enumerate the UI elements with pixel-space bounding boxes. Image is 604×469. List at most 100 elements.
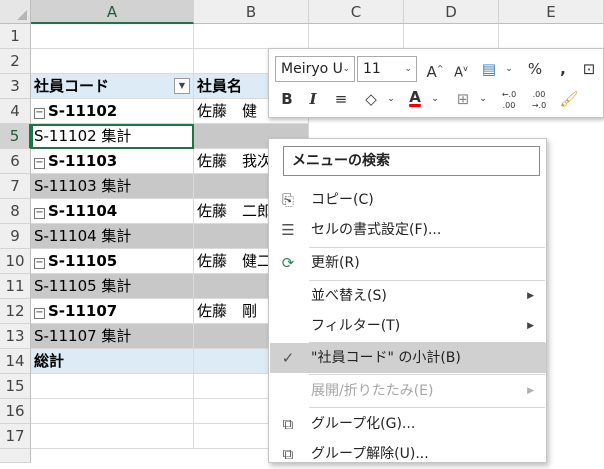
menu-item-group[interactable]: ⧉ グループ化(G)... <box>270 409 546 439</box>
cell-a14[interactable]: 総計 <box>31 349 194 374</box>
cell-a11[interactable]: S-11105 集計 <box>31 274 194 299</box>
format-cells-icon: ☰ <box>281 221 295 239</box>
cell-a13[interactable]: S-11107 集計 <box>31 324 194 349</box>
row-header-17[interactable]: 17 <box>0 424 31 449</box>
cell-a6[interactable]: − S-11103 <box>31 149 194 174</box>
select-all-corner[interactable] <box>0 0 31 24</box>
format-painter-icon: 🖌 <box>559 90 579 108</box>
menu-item-label: グループ化(G)... <box>311 416 416 432</box>
row-header-6[interactable]: 6 <box>0 149 31 174</box>
menu-item-label: 展開/折りたたみ(E) <box>311 383 434 399</box>
cell-a8-text: S-11104 <box>48 202 118 220</box>
cell-a2[interactable] <box>31 49 194 74</box>
collapse-icon[interactable]: − <box>34 208 45 219</box>
cell-e1[interactable] <box>499 24 604 49</box>
borders-icon: ⊞ <box>456 90 470 108</box>
cell-a1[interactable] <box>31 24 194 49</box>
cell-a12[interactable]: − S-11107 <box>31 299 194 324</box>
row-header-14[interactable]: 14 <box>0 349 31 374</box>
row-header-2[interactable]: 2 <box>0 49 31 74</box>
column-header-e[interactable]: E <box>499 0 604 24</box>
align-center-button[interactable]: ≡ <box>329 87 353 111</box>
menu-item-subtotal[interactable]: ✓ "社員コード" の小計(B) <box>270 343 546 373</box>
collapse-icon[interactable]: − <box>34 108 45 119</box>
merge-center-button[interactable]: ⊡ <box>577 57 601 81</box>
decrease-decimal-button[interactable]: .00 →.0 <box>527 87 551 111</box>
context-menu: メニューの検索 ⎘ コピー(C) ☰ セルの書式設定(F)... ⟳ 更新(R)… <box>268 138 547 463</box>
cell-a4[interactable]: − S-11102 <box>31 99 194 124</box>
bold-button[interactable]: B <box>275 87 299 111</box>
comma-style-button[interactable]: , <box>551 57 575 81</box>
chevron-down-icon[interactable]: ⌄ <box>379 87 403 111</box>
row-header-9[interactable]: 9 <box>0 224 31 249</box>
row-header-12[interactable]: 12 <box>0 299 31 324</box>
row-header-1[interactable]: 1 <box>0 24 31 49</box>
menu-item-format-cells[interactable]: ☰ セルの書式設定(F)... <box>270 215 546 245</box>
ungroup-icon: ⧉ <box>282 445 294 463</box>
font-size-value: 11 <box>363 61 381 77</box>
menu-item-refresh[interactable]: ⟳ 更新(R) <box>270 248 546 278</box>
cell-a15[interactable] <box>31 374 194 399</box>
column-header-d[interactable]: D <box>404 0 499 24</box>
cell-a5[interactable]: S-11102 集計 <box>31 124 194 149</box>
font-size-box[interactable]: 11 ⌄ <box>357 56 417 82</box>
increase-decimal-label: .00 <box>502 101 516 110</box>
menu-item-label: コピー(C) <box>311 192 374 208</box>
chevron-down-icon[interactable]: ⌄ <box>497 57 521 81</box>
menu-item-copy[interactable]: ⎘ コピー(C) <box>270 185 546 215</box>
increase-decimal-button[interactable]: ←.0.00 <box>497 87 521 111</box>
grow-font-button[interactable]: A^ <box>423 57 447 81</box>
cell-a9[interactable]: S-11104 集計 <box>31 224 194 249</box>
menu-item-label: 更新(R) <box>311 255 360 271</box>
column-header-a[interactable]: A <box>31 0 194 24</box>
row-header-13[interactable]: 13 <box>0 324 31 349</box>
menu-item-expand-collapse: 展開/折りたたみ(E) ▶ <box>270 376 546 406</box>
cell-b1[interactable] <box>194 24 309 49</box>
decrease-decimal-label: .00 <box>532 90 546 99</box>
column-header-c[interactable]: C <box>309 0 404 24</box>
cell-d1[interactable] <box>404 24 499 49</box>
mini-toolbar: Meiryo U ⌄ 11 ⌄ A^ Av ▤ ⌄ % , ⊡ B I ≡ ◇ … <box>268 48 604 118</box>
collapse-icon[interactable]: − <box>34 308 45 319</box>
menu-item-label: フィルター(T) <box>311 318 401 334</box>
filter-dropdown-button[interactable]: ▼ <box>174 78 190 94</box>
cell-a7[interactable]: S-11103 集計 <box>31 174 194 199</box>
cell-a3[interactable]: 社員コード ▼ <box>31 74 194 99</box>
chevron-down-icon[interactable]: ⌄ <box>471 87 495 111</box>
row-header-8[interactable]: 8 <box>0 199 31 224</box>
format-painter-button[interactable]: 🖌 <box>557 87 581 111</box>
row-header-16[interactable]: 16 <box>0 399 31 424</box>
cell-a16[interactable] <box>31 399 194 424</box>
menu-search-box[interactable]: メニューの検索 <box>283 146 540 176</box>
menu-item-sort[interactable]: 並べ替え(S) ▶ <box>270 281 546 311</box>
percent-button[interactable]: % <box>523 57 547 81</box>
row-header-4[interactable]: 4 <box>0 99 31 124</box>
row-header-11[interactable]: 11 <box>0 274 31 299</box>
font-name-value: Meiryo U <box>281 61 343 77</box>
shrink-font-button[interactable]: Av <box>449 57 473 81</box>
cell-c1[interactable] <box>309 24 404 49</box>
cell-a8[interactable]: − S-11104 <box>31 199 194 224</box>
row-header-18[interactable] <box>0 449 31 463</box>
row-header-15[interactable]: 15 <box>0 374 31 399</box>
column-header-b[interactable]: B <box>194 0 309 24</box>
cell-a17[interactable] <box>31 424 194 449</box>
row-header-3[interactable]: 3 <box>0 74 31 99</box>
copy-icon: ⎘ <box>281 191 294 209</box>
font-name-box[interactable]: Meiryo U ⌄ <box>275 56 355 82</box>
row-header-7[interactable]: 7 <box>0 174 31 199</box>
row-header-5[interactable]: 5 <box>0 124 31 149</box>
menu-item-ungroup[interactable]: ⧉ グループ解除(U)... <box>270 439 546 469</box>
chevron-down-icon[interactable]: ⌄ <box>423 87 447 111</box>
cell-a10[interactable]: − S-11105 <box>31 249 194 274</box>
cell-a6-text: S-11103 <box>48 152 118 170</box>
collapse-icon[interactable]: − <box>34 158 45 169</box>
accounting-format-icon: ▤ <box>481 60 497 78</box>
menu-item-filter[interactable]: フィルター(T) ▶ <box>270 311 546 341</box>
collapse-icon[interactable]: − <box>34 258 45 269</box>
chevron-down-icon: ⌄ <box>404 64 412 74</box>
row-header-10[interactable]: 10 <box>0 249 31 274</box>
increase-decimal-icon: ←.0 <box>501 90 517 99</box>
menu-item-label: 並べ替え(S) <box>311 288 387 304</box>
italic-button[interactable]: I <box>301 87 325 111</box>
